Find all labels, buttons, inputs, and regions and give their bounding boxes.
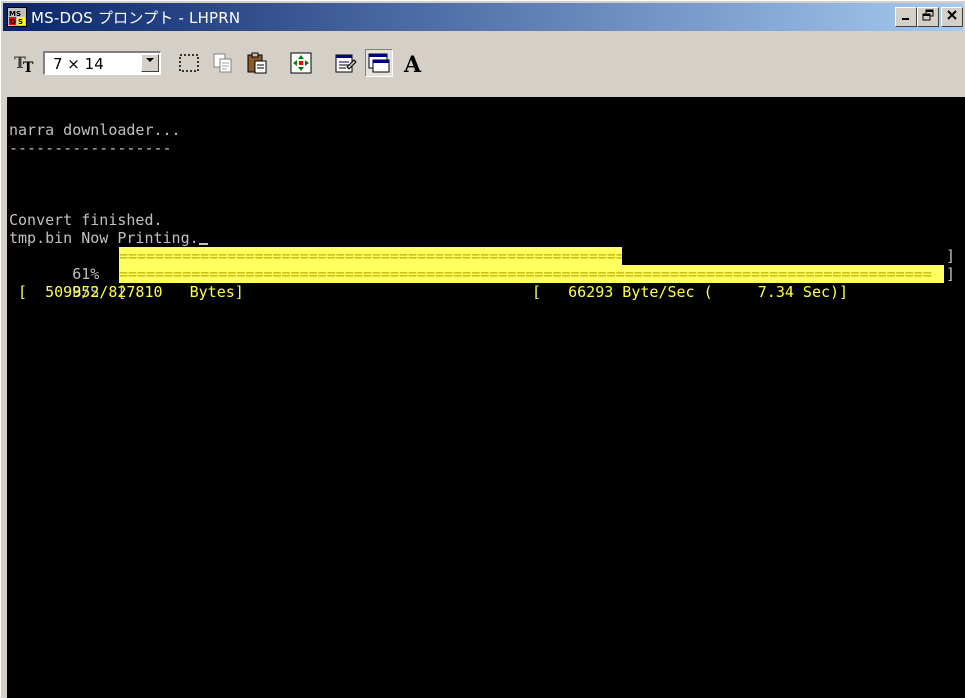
console-line-4-text: tmp.bin Now Printing. — [9, 229, 199, 247]
rate-bar-end: ] — [946, 265, 956, 283]
svg-text:D: D — [10, 18, 16, 26]
console-line-3: Convert finished. — [9, 211, 163, 229]
console-screen[interactable]: narra downloader... ------------------ C… — [7, 97, 965, 698]
progress-bar-fill: ========================================… — [119, 247, 622, 265]
chevron-down-icon[interactable] — [141, 54, 159, 72]
progress-bar-end: ] — [946, 247, 956, 265]
status-bytes: [ 509952/827810 Bytes] — [9, 283, 244, 301]
font-size-value: 7 × 14 — [53, 54, 104, 73]
mark-icon — [179, 54, 199, 72]
paste-button[interactable] — [243, 49, 271, 77]
copy-icon — [213, 53, 232, 73]
background-button[interactable] — [365, 49, 393, 77]
msdos-app-icon[interactable]: MS D S — [7, 7, 27, 27]
maximize-button[interactable] — [917, 7, 939, 27]
console-line-2: ------------------ — [9, 139, 172, 157]
rate-bar-row: B/S [ ==================================… — [9, 265, 955, 301]
rate-bar-track: ========================================… — [119, 265, 944, 283]
toolbar: T T 7 × 14 A — [3, 33, 963, 93]
msdos-prompt-window: MS D S MS-DOS プロンプト - LHPRN T T 7 × 14 A… — [0, 0, 965, 698]
console-line-1: narra downloader... — [9, 121, 181, 139]
progress-bar-track: ========================================… — [119, 247, 944, 265]
status-rate: [ 66293 Byte/Sec ( 7.34 Sec)] — [532, 283, 849, 301]
close-button[interactable] — [941, 7, 963, 27]
text-cursor — [198, 243, 208, 245]
background-icon — [368, 53, 390, 73]
svg-text:S: S — [18, 18, 23, 26]
font-button[interactable]: A — [399, 49, 427, 77]
svg-text:MS: MS — [9, 10, 21, 18]
paste-icon — [247, 52, 267, 74]
svg-text:A: A — [403, 52, 422, 75]
rate-bar-fill: ========================================… — [119, 265, 944, 283]
mark-button[interactable] — [175, 49, 203, 77]
full-screen-icon — [290, 52, 312, 74]
full-screen-button[interactable] — [287, 49, 315, 77]
font-size-select[interactable]: 7 × 14 — [43, 51, 161, 75]
console-line-4: tmp.bin Now Printing. — [9, 229, 208, 247]
properties-button[interactable] — [331, 49, 359, 77]
copy-button[interactable] — [209, 49, 237, 77]
progress-bar-row: 61% [ ==================================… — [9, 247, 955, 283]
minimize-button[interactable] — [895, 7, 917, 27]
window-title: MS-DOS プロンプト - LHPRN — [31, 8, 241, 27]
properties-icon — [335, 54, 357, 73]
svg-text:T: T — [23, 60, 34, 74]
title-bar[interactable]: MS D S MS-DOS プロンプト - LHPRN — [3, 3, 963, 31]
truetype-font-icon: T T — [13, 52, 41, 76]
font-icon: A — [403, 52, 422, 75]
